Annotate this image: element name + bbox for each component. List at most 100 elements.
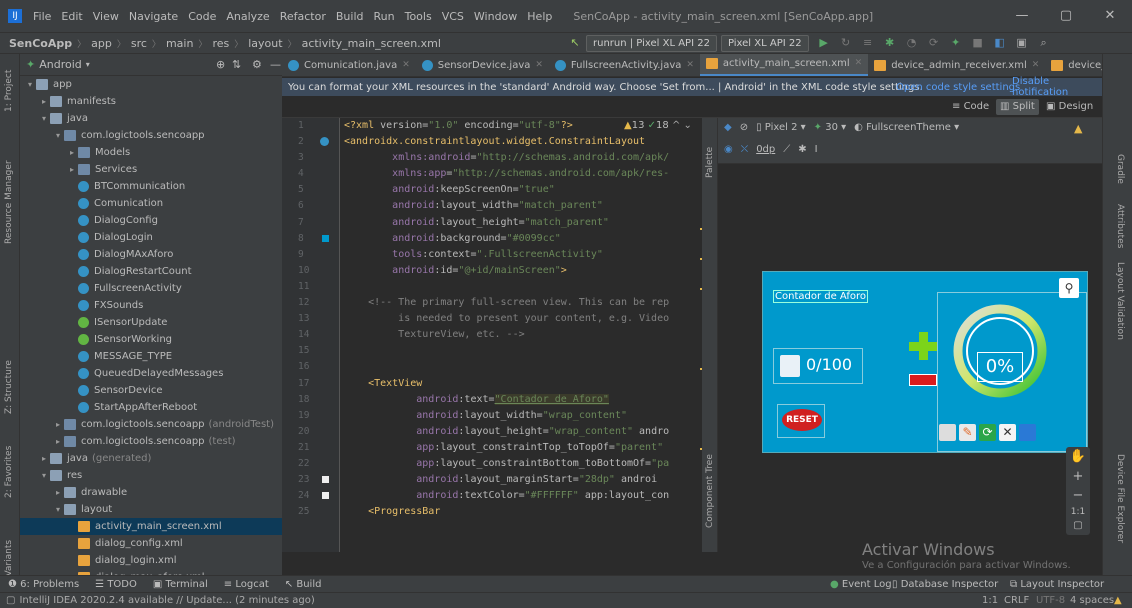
margin-select[interactable]: 0dp — [756, 144, 775, 155]
tree-item[interactable]: ▸ java (generated) — [20, 450, 282, 467]
chevron-right-icon[interactable]: ▸ — [38, 93, 50, 110]
menu-refactor[interactable]: Refactor — [275, 10, 331, 23]
tree-item[interactable]: ISensorWorking — [20, 331, 282, 348]
tree-item[interactable]: ▾ java — [20, 110, 282, 127]
tree-item[interactable]: FXSounds — [20, 297, 282, 314]
zoom-fit-icon[interactable]: ▢ — [1066, 519, 1090, 533]
tool-resource-manager[interactable]: Resource Manager — [4, 160, 14, 244]
tool-palette[interactable]: Palette — [705, 147, 715, 178]
tool-favorites[interactable]: 2: Favorites — [4, 446, 14, 498]
close-tab-icon[interactable]: ✕ — [855, 54, 863, 75]
tree-item[interactable]: dialog_config.xml — [20, 535, 282, 552]
class-gutter-icon[interactable] — [320, 137, 329, 147]
warning-icon[interactable]: ▲ — [1074, 122, 1082, 135]
build-tool[interactable]: ↖ Build — [285, 579, 322, 590]
mode-design[interactable]: ▣ Design — [1042, 99, 1097, 115]
tool-layout-validation[interactable]: Layout Validation — [1115, 262, 1125, 340]
chevron-right-icon[interactable]: ▸ — [52, 484, 64, 501]
chevron-down-icon[interactable]: ▾ — [86, 60, 90, 69]
tree-item[interactable]: SensorDevice — [20, 382, 282, 399]
database-inspector-tool[interactable]: ▯ Database Inspector — [892, 579, 998, 590]
gear-icon[interactable]: ⚙ — [252, 58, 262, 71]
tree-item[interactable]: ▸ com.logictools.sencoapp (test) — [20, 433, 282, 450]
apply-changes-icon[interactable]: ≡ — [861, 36, 875, 50]
tree-item[interactable]: ▸ com.logictools.sencoapp (androidTest) — [20, 416, 282, 433]
tree-item[interactable]: BTCommunication — [20, 178, 282, 195]
sdk-manager-icon[interactable]: ◧ — [993, 36, 1007, 50]
menu-view[interactable]: View — [88, 10, 124, 23]
rerun-icon[interactable]: ↻ — [839, 36, 853, 50]
clear-constraints-icon[interactable]: ⟋ — [783, 144, 790, 155]
chevron-down-icon[interactable]: ▾ — [24, 76, 36, 93]
tree-item[interactable]: ▸ manifests — [20, 93, 282, 110]
autoconnect-icon[interactable]: ⛌ — [741, 144, 748, 155]
chevron-right-icon[interactable]: ▸ — [52, 433, 64, 450]
caret-position[interactable]: 1:1 — [982, 595, 998, 606]
color-swatch-icon[interactable] — [322, 234, 329, 242]
mode-split[interactable]: ▥ Split — [996, 99, 1039, 115]
status-message[interactable]: IntelliJ IDEA 2020.2.4 available // Upda… — [19, 595, 314, 606]
close-tab-icon[interactable]: ✕ — [686, 54, 694, 76]
close-tab-icon[interactable]: ✕ — [402, 54, 410, 76]
design-surface-icon[interactable]: ◆ — [724, 122, 732, 133]
search-icon[interactable]: ⌕ — [1037, 36, 1051, 50]
code-editor[interactable]: <?xml version="1.0" encoding="utf-8"?> <… — [340, 118, 700, 552]
chevron-right-icon[interactable]: ▸ — [66, 144, 78, 161]
infer-constraints-icon[interactable]: ✱ — [798, 144, 806, 155]
editor-tab[interactable]: activity_main_screen.xml ✕ — [699, 54, 869, 76]
menu-analyze[interactable]: Analyze — [221, 10, 274, 23]
tree-item[interactable]: ▾ res — [20, 467, 282, 484]
collapse-icon[interactable]: ⇅ — [232, 58, 241, 71]
menu-tools[interactable]: Tools — [400, 10, 437, 23]
menu-vcs[interactable]: VCS — [437, 10, 469, 23]
debug-icon[interactable]: ✱ — [883, 36, 897, 50]
layout-icon[interactable]: ▣ — [1015, 36, 1029, 50]
chevron-right-icon[interactable]: ▸ — [66, 161, 78, 178]
tree-item[interactable]: Comunication — [20, 195, 282, 212]
device-select[interactable]: ▯ Pixel 2 ▾ — [756, 122, 806, 133]
open-code-style-link[interactable]: Open code style settings — [896, 82, 1020, 93]
stop-icon[interactable]: ■ — [971, 36, 985, 50]
menu-navigate[interactable]: Navigate — [124, 10, 183, 23]
tree-item[interactable]: DialogLogin — [20, 229, 282, 246]
run-icon[interactable]: ▶ — [817, 36, 831, 50]
tree-item[interactable]: DialogConfig — [20, 212, 282, 229]
tree-item[interactable]: ▾ app — [20, 76, 282, 93]
indent-setting[interactable]: 4 spaces — [1070, 595, 1114, 606]
theme-select[interactable]: ◐ FullscreenTheme ▾ — [854, 122, 959, 133]
tree-item[interactable]: StartAppAfterReboot — [20, 399, 282, 416]
minimize-icon[interactable]: — — [1000, 0, 1044, 32]
editor-tab[interactable]: device_filter.xml✕ — [1045, 54, 1102, 76]
view-options-icon[interactable]: ◉ — [724, 144, 733, 155]
logcat-tool[interactable]: ≡ Logcat — [224, 579, 269, 590]
menu-build[interactable]: Build — [331, 10, 369, 23]
hammer-icon[interactable]: ↖ — [568, 36, 582, 50]
locate-icon[interactable]: ⊕ — [216, 58, 225, 71]
disable-notification-link[interactable]: Disable notification — [1012, 76, 1102, 98]
inspection-widget[interactable]: ▲13 ✓18 ^ ⌄ — [624, 120, 692, 131]
breadcrumb-item[interactable]: src — [128, 37, 150, 50]
chevron-down-icon[interactable]: ▾ — [38, 110, 50, 127]
orientation-icon[interactable]: ⊘ — [740, 122, 748, 133]
menu-run[interactable]: Run — [369, 10, 400, 23]
editor-tab[interactable]: Comunication.java ✕ — [282, 54, 416, 76]
attach-debugger-icon[interactable]: ⟳ — [927, 36, 941, 50]
problems-tool[interactable]: ❶ 6: Problems — [8, 579, 79, 590]
tool-component-tree[interactable]: Component Tree — [705, 454, 715, 528]
tool-project[interactable]: 1: Project — [4, 70, 14, 112]
tree-item[interactable]: activity_main_screen.xml — [20, 518, 282, 535]
mode-code[interactable]: ≡ Code — [948, 99, 993, 115]
chevron-right-icon[interactable]: ▸ — [52, 416, 64, 433]
chevron-down-icon[interactable]: ▾ — [38, 467, 50, 484]
tree-item[interactable]: FullscreenActivity — [20, 280, 282, 297]
todo-tool[interactable]: ☰ TODO — [95, 579, 137, 590]
event-notification-icon[interactable]: ▲ — [1114, 595, 1122, 606]
hide-icon[interactable]: — — [270, 58, 281, 71]
chevron-right-icon[interactable]: ▸ — [38, 450, 50, 467]
menu-edit[interactable]: Edit — [56, 10, 87, 23]
event-log-tool[interactable]: ● Event Log — [830, 579, 892, 590]
tree-item[interactable]: MESSAGE_TYPE — [20, 348, 282, 365]
tool-attributes[interactable]: Attributes — [1115, 204, 1125, 248]
zoom-in-button[interactable]: + — [1066, 467, 1090, 487]
terminal-tool[interactable]: ▣ Terminal — [153, 579, 208, 590]
